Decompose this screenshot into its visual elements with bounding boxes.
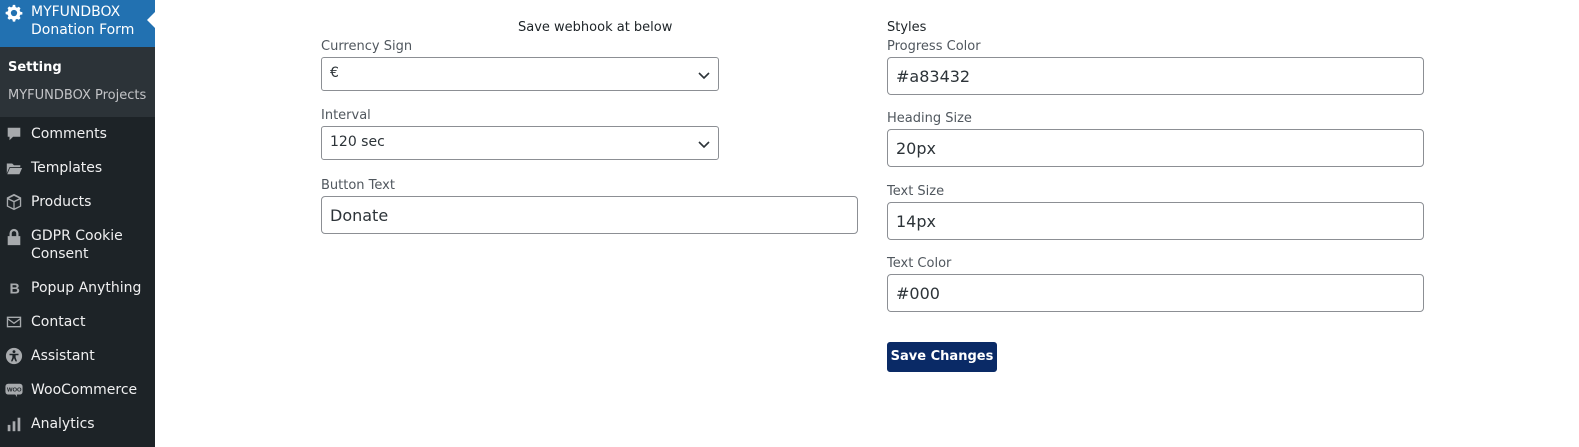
b-icon: B: [10, 281, 20, 297]
sidebar-item-popup-anything[interactable]: B Popup Anything: [0, 278, 155, 298]
label-line1: GDPR Cookie: [31, 228, 123, 244]
progress-color-value: #a83432: [896, 67, 971, 86]
currency-sign-value: €: [330, 65, 339, 81]
webhook-note: Save webhook at below: [518, 20, 673, 35]
current-menu-arrow: [147, 12, 155, 28]
sidebar-item-label: Assistant: [31, 348, 95, 364]
sidebar-item-assistant[interactable]: Assistant: [0, 346, 155, 366]
text-size-value: 14px: [896, 212, 936, 231]
text-color-value: #000: [896, 284, 940, 303]
text-size-label: Text Size: [887, 184, 945, 199]
heading-size-label: Heading Size: [887, 111, 972, 126]
chevron-down-icon: [698, 72, 710, 80]
currency-sign-select[interactable]: €: [321, 57, 719, 91]
plugin-submenu: Setting MYFUNDBOX Projects: [0, 47, 155, 117]
sidebar-item-gdpr-cookie-consent[interactable]: GDPR Cookie Consent: [0, 226, 155, 264]
currency-sign-label: Currency Sign: [321, 39, 413, 54]
progress-color-input[interactable]: #a83432: [887, 57, 1424, 95]
sidebar-item-label: Templates: [31, 160, 103, 176]
sidebar-item-woocommerce[interactable]: WOO WooCommerce: [0, 380, 155, 400]
interval-value: 120 sec: [330, 134, 385, 150]
folder-icon: [6, 163, 23, 175]
plugin-title: MYFUNDBOX Donation Form: [31, 3, 134, 39]
sidebar-item-label: Products: [31, 194, 92, 210]
svg-text:B: B: [10, 281, 20, 297]
woo-icon: WOO: [5, 383, 23, 398]
sidebar-item-label: GDPR Cookie Consent: [31, 227, 123, 263]
sidebar-item-label: WooCommerce: [31, 382, 138, 398]
sidebar-item-label: Comments: [31, 126, 107, 142]
comment-icon: [7, 127, 21, 141]
sidebar-item-analytics[interactable]: Analytics: [0, 414, 155, 434]
gear-icon: [5, 4, 23, 22]
progress-color-label: Progress Color: [887, 39, 981, 54]
lock-icon: [7, 228, 21, 246]
styles-heading: Styles: [887, 20, 927, 35]
sidebar-item-label: Analytics: [31, 416, 95, 432]
envelope-icon: [6, 316, 22, 328]
svg-text:WOO: WOO: [7, 388, 22, 394]
heading-size-value: 20px: [896, 139, 936, 158]
sidebar-item-myfundbox[interactable]: MYFUNDBOX Donation Form: [0, 0, 155, 47]
button-text-input[interactable]: Donate: [321, 196, 858, 234]
plugin-title-line2: Donation Form: [31, 22, 135, 38]
interval-label: Interval: [321, 108, 371, 123]
save-changes-button[interactable]: Save Changes: [887, 342, 997, 372]
sidebar-item-comments[interactable]: Comments: [0, 124, 155, 144]
submenu-projects[interactable]: MYFUNDBOX Projects: [8, 88, 146, 103]
bar-chart-icon: [7, 417, 21, 432]
interval-select[interactable]: 120 sec: [321, 126, 719, 160]
accessibility-icon: [5, 347, 23, 365]
button-text-value: Donate: [330, 206, 389, 225]
text-size-input[interactable]: 14px: [887, 202, 1424, 240]
button-text-label: Button Text: [321, 178, 395, 193]
text-color-input[interactable]: #000: [887, 274, 1424, 312]
label-line2: Consent: [31, 246, 89, 262]
heading-size-input[interactable]: 20px: [887, 129, 1424, 167]
sidebar-item-products[interactable]: Products: [0, 192, 155, 212]
sidebar-item-label: Contact: [31, 314, 86, 330]
plugin-title-line1: MYFUNDBOX: [31, 4, 121, 20]
admin-sidebar: MYFUNDBOX Donation Form Setting MYFUNDBO…: [0, 0, 155, 447]
submenu-setting[interactable]: Setting: [8, 60, 62, 75]
cube-icon: [6, 193, 22, 211]
chevron-down-icon: [698, 141, 710, 149]
sidebar-item-label: Popup Anything: [31, 280, 142, 296]
text-color-label: Text Color: [887, 256, 952, 271]
sidebar-item-contact[interactable]: Contact: [0, 312, 155, 332]
sidebar-item-templates[interactable]: Templates: [0, 158, 155, 178]
